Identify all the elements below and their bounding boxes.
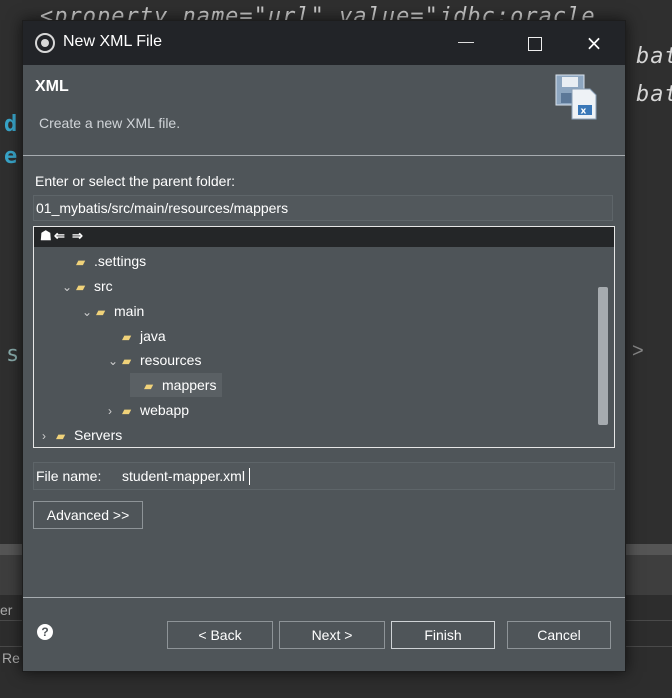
tree-scrollbar-thumb[interactable]	[598, 287, 608, 425]
tree-item-label: mappers	[162, 377, 217, 393]
minimize-icon	[458, 42, 474, 43]
xml-file-wizard-icon: x	[555, 74, 597, 120]
new-xml-file-dialog: New XML File × XML Create a new XML file…	[22, 20, 626, 672]
tree-item-webapp[interactable]: › ▰ webapp	[108, 398, 189, 422]
minimize-button[interactable]	[443, 21, 489, 65]
background-label: Re	[2, 650, 20, 666]
wizard-title: XML	[35, 78, 69, 95]
tree-item-java[interactable]: ▰ java	[108, 324, 166, 348]
parent-folder-input[interactable]: 01_mybatis/src/main/resources/mappers	[33, 195, 613, 221]
expanded-chevron-icon[interactable]: ⌄	[82, 300, 96, 324]
tree-item-label: webapp	[140, 402, 190, 418]
folder-icon: ▰	[122, 330, 132, 344]
folder-icon: ▰	[96, 305, 106, 319]
background-gutter-char: d	[4, 112, 18, 137]
title-bar[interactable]: New XML File ×	[23, 21, 625, 65]
tree-item-settings[interactable]: ▰ .settings	[62, 249, 146, 273]
maximize-icon	[528, 37, 542, 51]
background-gutter-char: e	[4, 144, 18, 169]
dialog-title: New XML File	[63, 33, 162, 50]
tree-item-label: main	[114, 303, 145, 319]
folder-icon: ▰	[76, 280, 86, 294]
file-name-input[interactable]: student-mapper.xml	[122, 468, 245, 484]
background-chevron-icon: >	[632, 340, 644, 362]
folder-icon: ▰	[144, 379, 154, 393]
file-name-label: File name:	[36, 468, 102, 484]
tree-item-label: src	[94, 278, 113, 294]
folder-icon: ▰	[122, 354, 132, 368]
background-code-fragment: bat	[636, 82, 672, 107]
finish-button[interactable]: Finish	[391, 621, 495, 649]
background-gutter-char: s	[6, 342, 20, 367]
background-label: er	[0, 602, 13, 618]
banner-separator	[23, 155, 625, 156]
tree-item-label: .settings	[94, 253, 147, 269]
expanded-chevron-icon[interactable]: ⌄	[62, 275, 76, 299]
back-arrow-icon[interactable]: ⇐	[54, 228, 65, 244]
parent-folder-label: Enter or select the parent folder:	[35, 173, 235, 189]
home-icon[interactable]: ☗	[40, 228, 52, 244]
close-icon: ×	[585, 31, 603, 55]
tree-item-servers[interactable]: › ▰ Servers	[42, 423, 122, 447]
tree-item-main[interactable]: ⌄ ▰ main	[82, 299, 144, 323]
eclipse-app-icon	[35, 33, 55, 53]
tree-toolbar: ☗ ⇐ ⇒	[34, 227, 614, 247]
collapsed-chevron-icon[interactable]: ›	[42, 424, 56, 448]
advanced-button[interactable]: Advanced >>	[33, 501, 143, 529]
next-button[interactable]: Next >	[279, 621, 385, 649]
svg-text:x: x	[581, 107, 587, 117]
folder-icon: ▰	[76, 255, 86, 269]
tree-item-src[interactable]: ⌄ ▰ src	[62, 274, 113, 298]
help-icon[interactable]: ?	[37, 624, 53, 640]
file-name-field[interactable]: File name: student-mapper.xml	[33, 462, 615, 490]
text-cursor	[249, 468, 250, 485]
background-code-fragment: bat	[636, 44, 672, 69]
tree-item-resources[interactable]: ⌄ ▰ resources	[108, 348, 201, 372]
cancel-button[interactable]: Cancel	[507, 621, 611, 649]
tree-item-label: resources	[140, 352, 202, 368]
collapsed-chevron-icon[interactable]: ›	[108, 399, 122, 423]
folder-icon: ▰	[122, 404, 132, 418]
folder-tree[interactable]: ☗ ⇐ ⇒ ▰ .settings ⌄ ▰ src ⌄ ▰ main ▰ java ⌄ ▰ re…	[33, 226, 615, 448]
footer-separator	[23, 597, 625, 598]
tree-item-mappers[interactable]: ▰ mappers	[130, 373, 223, 397]
project-folder-icon: ▰	[56, 429, 66, 443]
wizard-description: Create a new XML file.	[39, 115, 181, 131]
back-button[interactable]: < Back	[167, 621, 273, 649]
expanded-chevron-icon[interactable]: ⌄	[108, 349, 122, 373]
tree-item-label: Servers	[74, 427, 123, 443]
maximize-button[interactable]	[511, 21, 557, 65]
tree-item-label: java	[140, 328, 166, 344]
close-button[interactable]: ×	[571, 21, 617, 65]
forward-arrow-icon[interactable]: ⇒	[72, 228, 83, 244]
wizard-banner: XML Create a new XML file. x	[23, 65, 625, 155]
